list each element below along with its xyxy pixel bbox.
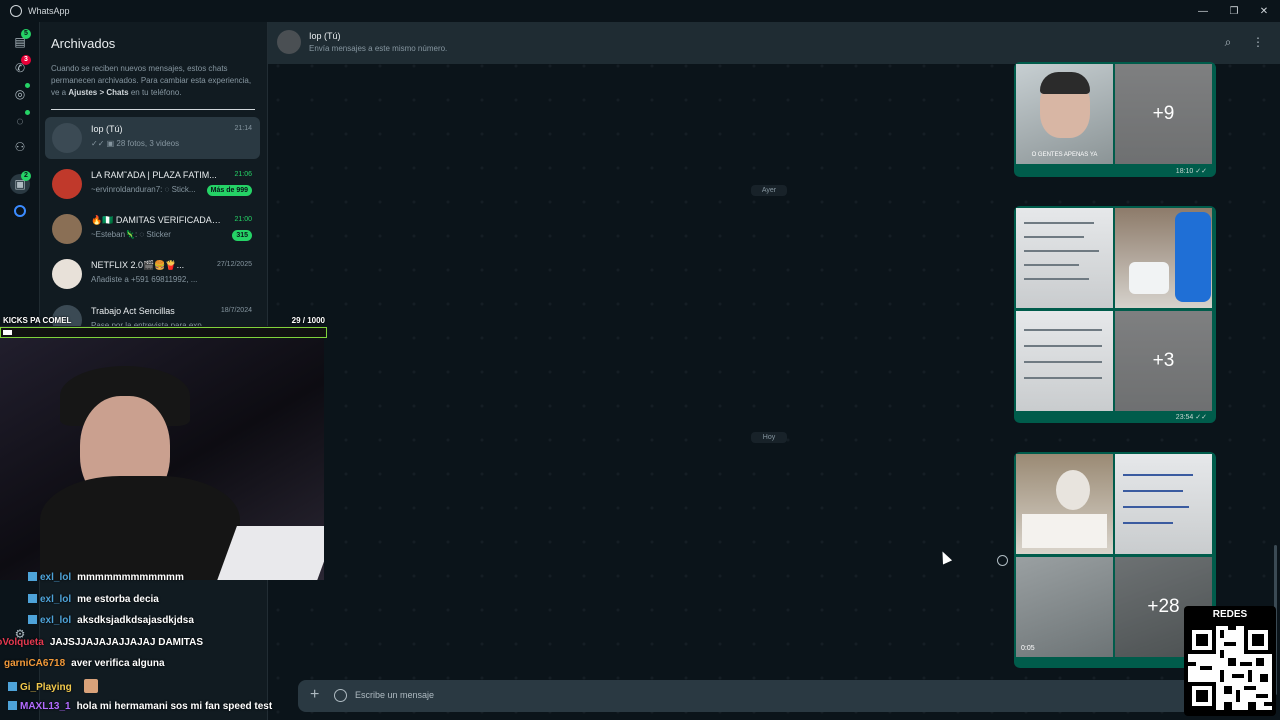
chat-message: PrimoVolquetaJAJSJJAJAJAJJAJAJ DAMITAS [0, 637, 204, 648]
redes-label: REDES [1212, 609, 1248, 620]
streamer-shirt [40, 476, 240, 580]
maximize-button[interactable]: ❐ [1218, 0, 1250, 22]
chat-item-damitas[interactable]: 🔥🇳🇬 DAMITAS VERIFICADAS... 21:00 ~Esteba… [45, 208, 260, 250]
chat-preview: ~ervinroldanduran7: ◌ Stick... [91, 185, 196, 194]
archived-badge: 2 [21, 171, 31, 181]
avatar [52, 214, 82, 244]
redes-qr: REDES [1184, 606, 1276, 716]
contact-avatar[interactable] [277, 30, 301, 54]
video-duration: 0:05 [1021, 645, 1035, 652]
day-separator: Hoy [751, 432, 787, 443]
kicks-progress-fill [3, 330, 13, 335]
chat-time: 21:00 [234, 216, 252, 223]
album-photo[interactable] [1115, 208, 1212, 308]
album-video[interactable]: 0:05 [1016, 557, 1113, 657]
conversation-pane: Iop (Tú) Envía mensajes a este mismo núm… [268, 22, 1280, 720]
communities-icon[interactable]: ⚇ [10, 137, 30, 157]
message-time: 23:54 ✓✓ [1175, 414, 1207, 421]
chat-time: 21:14 [234, 125, 252, 132]
kicks-label: KICKS PA COMEL [3, 316, 72, 325]
kicks-goal: KICKS PA COMEL 29 / 1000 [0, 313, 328, 339]
album-photo[interactable] [1016, 311, 1113, 411]
album-photo[interactable]: O GENTES APENAS YA [1016, 64, 1113, 164]
app-window: WhatsApp — ❐ ✕ ▤ 5 ✆ 3 ◎ ◌ ⚇ ▣ 2 ⚙ Archi… [0, 0, 1280, 720]
conversation-header[interactable]: Iop (Tú) Envía mensajes a este mismo núm… [268, 22, 1280, 64]
attach-icon[interactable]: + [310, 686, 319, 704]
chat-message: exl_lol aksdksjadkdsajasdkjdsa [0, 615, 194, 633]
window-title: WhatsApp [28, 6, 70, 16]
album-photo[interactable] [1016, 208, 1113, 308]
message-input[interactable]: Escribe un mensaje [355, 690, 434, 700]
react-emoji-icon[interactable] [997, 555, 1008, 566]
album-photo[interactable] [1115, 454, 1212, 554]
chat-name: 🔥🇳🇬 DAMITAS VERIFICADAS... [91, 215, 223, 225]
close-button[interactable]: ✕ [1248, 0, 1280, 22]
day-separator: Ayer [751, 185, 787, 196]
divider [51, 109, 255, 110]
chat-message: exl_lol me estorba decia [0, 594, 159, 612]
minimize-button[interactable]: — [1187, 0, 1219, 22]
more-count: +3 [1115, 311, 1212, 411]
album-photo[interactable] [1016, 454, 1113, 554]
chat-name: NETFLIX 2.0🎬🍔🍟... [91, 260, 185, 270]
emoji-icon[interactable] [334, 689, 347, 702]
contact-name: Iop (Tú) [309, 31, 341, 41]
chat-time: 27/12/2025 [216, 261, 252, 268]
kicks-value: 29 / 1000 [291, 316, 325, 325]
photo-caption: O GENTES APENAS YA [1031, 152, 1098, 158]
unread-badge: 315 [232, 230, 252, 241]
chat-preview: ✓✓ ▣ 28 fotos, 3 videos [91, 139, 180, 148]
chat-name: Iop (Tú) [91, 124, 123, 134]
menu-icon[interactable]: ⋮ [1250, 34, 1266, 50]
unread-badge: Más de 999 [206, 185, 252, 196]
album-photo[interactable]: +9 [1115, 64, 1212, 164]
media-album[interactable]: +3 23:54 ✓✓ [1014, 206, 1216, 423]
chat-message: MAXL13_1 hola mi hermamani sos mi fan spe… [0, 701, 272, 719]
whatsapp-logo-icon [10, 5, 22, 17]
chat-message: exl_lol mmmmmmmmmmmm [0, 572, 184, 590]
album-photo[interactable]: +3 [1115, 311, 1212, 411]
webcam-overlay [0, 326, 324, 580]
media-album[interactable]: O GENTES APENAS YA +9 18:10 ✓✓ [1014, 62, 1216, 177]
emote-icon [83, 679, 98, 693]
avatar [52, 123, 82, 153]
chat-item-la-ramada[interactable]: L͟A RAM˜ADA | PLAZA F͟ATIM... 21:06 ~erv… [45, 163, 260, 205]
more-count: +9 [1115, 64, 1212, 164]
avatar [52, 259, 82, 289]
avatar [52, 169, 82, 199]
message-time: 18:10 ✓✓ [1175, 168, 1207, 175]
status-dot [25, 83, 30, 88]
qr-code-icon [1188, 626, 1272, 710]
chat-name: L͟A RAM˜ADA | PLAZA F͟ATIM... [91, 170, 217, 180]
chat-time: 21:06 [234, 171, 252, 178]
chat-preview: Añadiste a +591 69811992, ... [91, 275, 198, 284]
chat-item-iop[interactable]: Iop (Tú) 21:14 ✓✓ ▣ 28 fotos, 3 videos [45, 117, 260, 159]
chat-preview: ~Esteban🦎: ◌ Sticker [91, 230, 171, 239]
title-bar: WhatsApp — ❐ ✕ [0, 0, 1280, 22]
contact-subtitle: Envía mensajes a este mismo número. [309, 44, 448, 53]
archived-info: Cuando se reciben nuevos mensajes, estos… [51, 64, 252, 97]
channels-dot [25, 110, 30, 115]
kicks-progress-bar [0, 327, 327, 338]
message-composer[interactable]: + Escribe un mensaje [298, 680, 1198, 712]
chat-message: garniCA6718 aver verifica alguna [4, 658, 165, 669]
panel-title: Archivados [51, 36, 116, 51]
meta-ai-icon[interactable] [10, 201, 30, 221]
chat-message: Gi_Playing [0, 679, 98, 697]
search-icon[interactable]: ⌕ [1220, 34, 1236, 50]
chat-item-netflix[interactable]: NETFLIX 2.0🎬🍔🍟... 27/12/2025 Añadiste a … [45, 253, 260, 295]
chats-badge: 5 [21, 29, 31, 39]
calls-badge: 3 [21, 55, 31, 65]
